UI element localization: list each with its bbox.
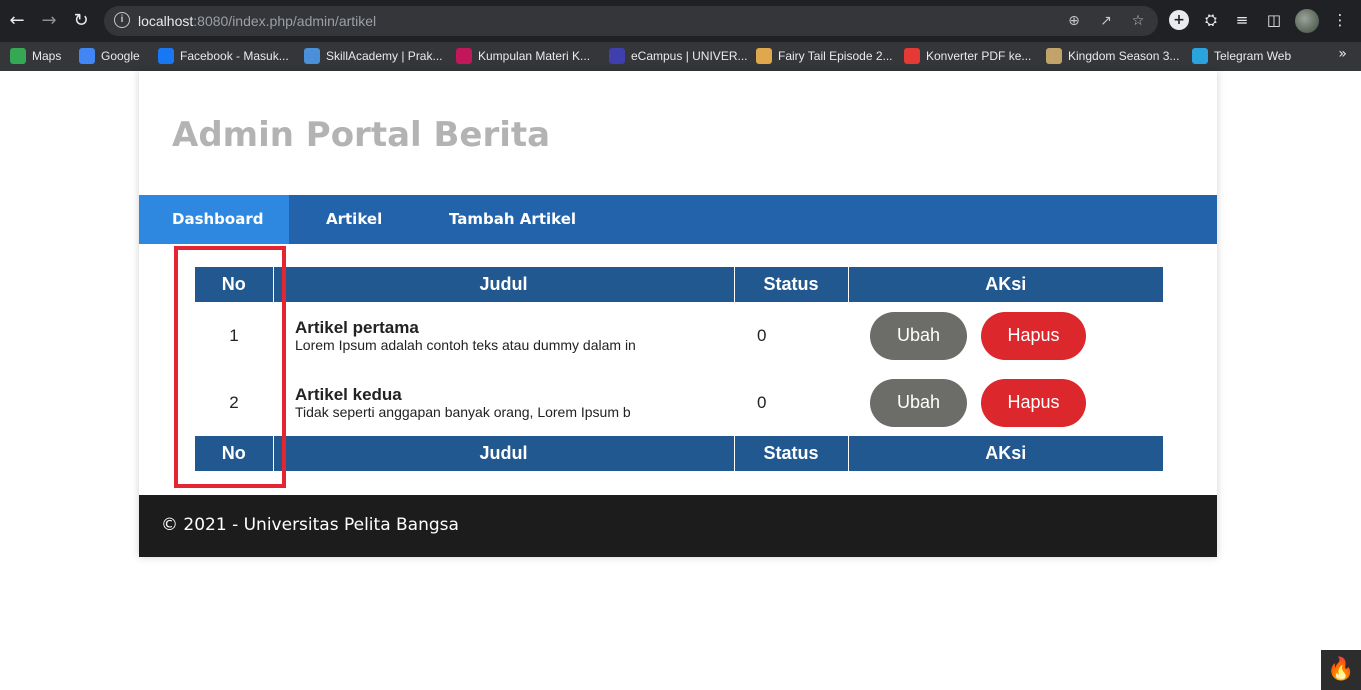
- row-judul: Artikel kedua Tidak seperti anggapan ban…: [273, 369, 734, 436]
- table-row: 2 Artikel kedua Tidak seperti anggapan b…: [195, 369, 1163, 436]
- url-text[interactable]: localhost:8080/index.php/admin/artikel: [138, 13, 376, 29]
- row-actions: Ubah Hapus: [848, 369, 1163, 436]
- menu-kebab-icon[interactable]: ⋮: [1330, 10, 1350, 30]
- fairytail-icon: [756, 48, 772, 64]
- edit-button[interactable]: Ubah: [870, 378, 967, 427]
- media-queue-icon[interactable]: ≡: [1232, 10, 1252, 30]
- bookmark-item[interactable]: Kumpulan Materi K...: [456, 46, 590, 66]
- bookmark-item[interactable]: Google: [79, 46, 140, 66]
- artikel-table: No Judul Status AKsi 1 Artikel pertama L…: [195, 267, 1163, 471]
- bookmark-label: Maps: [32, 49, 62, 63]
- materi-icon: [456, 48, 472, 64]
- delete-button[interactable]: Hapus: [981, 311, 1086, 360]
- bookmark-label: Kingdom Season 3...: [1068, 49, 1180, 63]
- browser-toolbar: ← → ↻ i localhost:8080/index.php/admin/a…: [0, 0, 1361, 42]
- bookmark-label: Telegram Web: [1214, 49, 1292, 63]
- facebook-icon: [158, 48, 174, 64]
- codeigniter-toolbar-icon[interactable]: 🔥: [1321, 650, 1361, 690]
- delete-button[interactable]: Hapus: [981, 378, 1086, 427]
- profile-avatar[interactable]: [1295, 9, 1319, 33]
- google-icon: [79, 48, 95, 64]
- nav-artikel[interactable]: Artikel: [293, 195, 415, 244]
- bookmark-label: Kumpulan Materi K...: [478, 49, 591, 63]
- ecampus-icon: [609, 48, 625, 64]
- site-footer: © 2021 - Universitas Pelita Bangsa: [139, 495, 1217, 557]
- edit-button[interactable]: Ubah: [870, 311, 967, 360]
- bookmark-label: eCampus | UNIVER...: [631, 49, 748, 63]
- footer-copyright: © 2021 - Universitas Pelita Bangsa: [161, 515, 459, 535]
- extensions-puzzle-icon[interactable]: ⛭: [1201, 10, 1221, 30]
- row-status: 0: [757, 392, 767, 412]
- row-actions: Ubah Hapus: [848, 302, 1163, 369]
- bookmark-star-icon[interactable]: ☆: [1129, 12, 1147, 30]
- footer-judul: Judul: [273, 436, 735, 471]
- article-excerpt: Tidak seperti anggapan banyak orang, Lor…: [295, 404, 631, 420]
- main-nav: Dashboard Artikel Tambah Artikel: [139, 195, 1217, 244]
- annotation-highlight-box: [174, 246, 286, 488]
- back-icon[interactable]: ←: [5, 9, 29, 33]
- bookmark-item[interactable]: Maps: [10, 46, 61, 66]
- page-title: Admin Portal Berita: [172, 115, 551, 155]
- header-judul: Judul: [273, 267, 735, 302]
- bookmark-item[interactable]: eCampus | UNIVER...: [609, 46, 747, 66]
- pdf-icon: [904, 48, 920, 64]
- header-aksi: AKsi: [848, 267, 1163, 302]
- zoom-icon[interactable]: ⊕: [1065, 12, 1083, 30]
- share-icon[interactable]: ↗: [1097, 12, 1115, 30]
- telegram-icon: [1192, 48, 1208, 64]
- bookmark-item[interactable]: Kingdom Season 3...: [1046, 46, 1179, 66]
- url-path: :8080/index.php/admin/artikel: [193, 13, 377, 29]
- bookmarks-more-icon[interactable]: »: [1338, 46, 1347, 62]
- side-panel-icon[interactable]: ◫: [1264, 10, 1284, 30]
- article-title: Artikel kedua: [295, 385, 402, 404]
- table-row: 1 Artikel pertama Lorem Ipsum adalah con…: [195, 302, 1163, 369]
- article-title: Artikel pertama: [295, 318, 419, 337]
- site-info-icon[interactable]: i: [114, 12, 130, 28]
- reload-icon[interactable]: ↻: [69, 9, 93, 33]
- nav-dashboard[interactable]: Dashboard: [139, 195, 289, 244]
- nav-tambah-artikel[interactable]: Tambah Artikel: [416, 195, 609, 244]
- extension-add-icon[interactable]: +: [1169, 10, 1189, 30]
- kingdom-icon: [1046, 48, 1062, 64]
- table-footer-row: No Judul Status AKsi: [195, 436, 1163, 471]
- bookmark-item[interactable]: Facebook - Masuk...: [158, 46, 289, 66]
- url-host: localhost: [138, 13, 194, 29]
- row-judul: Artikel pertama Lorem Ipsum adalah conto…: [273, 302, 734, 369]
- maps-icon: [10, 48, 26, 64]
- bookmark-item[interactable]: Konverter PDF ke...: [904, 46, 1031, 66]
- page-content: Admin Portal Berita Dashboard Artikel Ta…: [0, 71, 1361, 690]
- bookmark-item[interactable]: SkillAcademy | Prak...: [304, 46, 442, 66]
- header-status: Status: [734, 267, 849, 302]
- row-status: 0: [757, 325, 767, 345]
- admin-container: Admin Portal Berita Dashboard Artikel Ta…: [139, 71, 1217, 557]
- bookmarks-bar: Maps Google Facebook - Masuk... SkillAcadem…: [0, 42, 1361, 71]
- article-excerpt: Lorem Ipsum adalah contoh teks atau dumm…: [295, 337, 636, 353]
- table-header-row: No Judul Status AKsi: [195, 267, 1163, 302]
- forward-icon[interactable]: →: [37, 9, 61, 33]
- bookmark-item[interactable]: Fairy Tail Episode 2...: [756, 46, 893, 66]
- footer-aksi: AKsi: [848, 436, 1163, 471]
- bookmark-item[interactable]: Telegram Web: [1192, 46, 1291, 66]
- bookmark-label: SkillAcademy | Prak...: [326, 49, 443, 63]
- address-bar[interactable]: i localhost:8080/index.php/admin/artikel…: [104, 6, 1158, 36]
- skillacademy-icon: [304, 48, 320, 64]
- bookmark-label: Fairy Tail Episode 2...: [778, 49, 893, 63]
- bookmark-label: Facebook - Masuk...: [180, 49, 289, 63]
- footer-status: Status: [734, 436, 849, 471]
- bookmark-label: Google: [101, 49, 140, 63]
- bookmark-label: Konverter PDF ke...: [926, 49, 1032, 63]
